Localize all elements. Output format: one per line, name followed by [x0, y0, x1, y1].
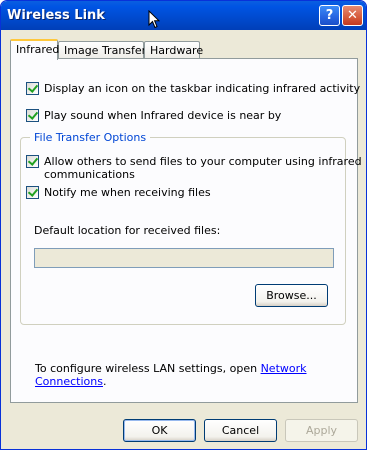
configure-wireless-prefix: To configure wireless LAN settings, open — [35, 362, 261, 375]
default-location-field[interactable] — [34, 248, 334, 268]
mouse-pointer-icon — [148, 10, 160, 29]
help-button[interactable]: ? — [319, 5, 340, 26]
title-bar[interactable]: Wireless Link ? ✕ — [1, 1, 366, 30]
taskbar-icon-label: Display an icon on the taskbar indicatin… — [44, 82, 361, 95]
apply-button[interactable]: Apply — [285, 419, 358, 442]
allow-send-label-line2: communications — [44, 168, 135, 181]
browse-button[interactable]: Browse... — [255, 284, 328, 307]
file-transfer-group-title: File Transfer Options — [30, 131, 151, 144]
tab-infrared[interactable]: Infrared — [10, 39, 59, 60]
ok-button[interactable]: OK — [123, 419, 196, 442]
window-title: Wireless Link — [7, 8, 105, 23]
taskbar-icon-checkbox[interactable] — [26, 82, 39, 95]
configure-wireless-text: To configure wireless LAN settings, open… — [35, 362, 366, 388]
configure-wireless-period: . — [102, 375, 107, 388]
default-location-label: Default location for received files: — [34, 224, 221, 237]
wireless-link-dialog: Wireless Link ? ✕ Infrared Image Transfe… — [0, 0, 367, 450]
taskbar-icon-option[interactable]: Display an icon on the taskbar indicatin… — [26, 82, 360, 95]
notify-checkbox[interactable] — [26, 186, 39, 199]
play-sound-option[interactable]: Play sound when Infrared device is near … — [26, 109, 281, 122]
close-button[interactable]: ✕ — [342, 5, 363, 26]
notify-option[interactable]: Notify me when receiving files — [26, 186, 211, 199]
cancel-button[interactable]: Cancel — [204, 419, 277, 442]
tab-image-transfer[interactable]: Image Transfer — [58, 41, 146, 59]
allow-send-label: Allow others to send files to your compu… — [44, 155, 362, 181]
allow-send-checkbox[interactable] — [26, 155, 39, 168]
allow-send-label-line1: Allow others to send files to your compu… — [44, 155, 362, 168]
notify-label: Notify me when receiving files — [44, 186, 211, 199]
tab-hardware[interactable]: Hardware — [144, 41, 203, 59]
play-sound-checkbox[interactable] — [26, 109, 39, 122]
play-sound-label: Play sound when Infrared device is near … — [44, 109, 282, 122]
allow-send-option[interactable]: Allow others to send files to your compu… — [26, 155, 362, 181]
